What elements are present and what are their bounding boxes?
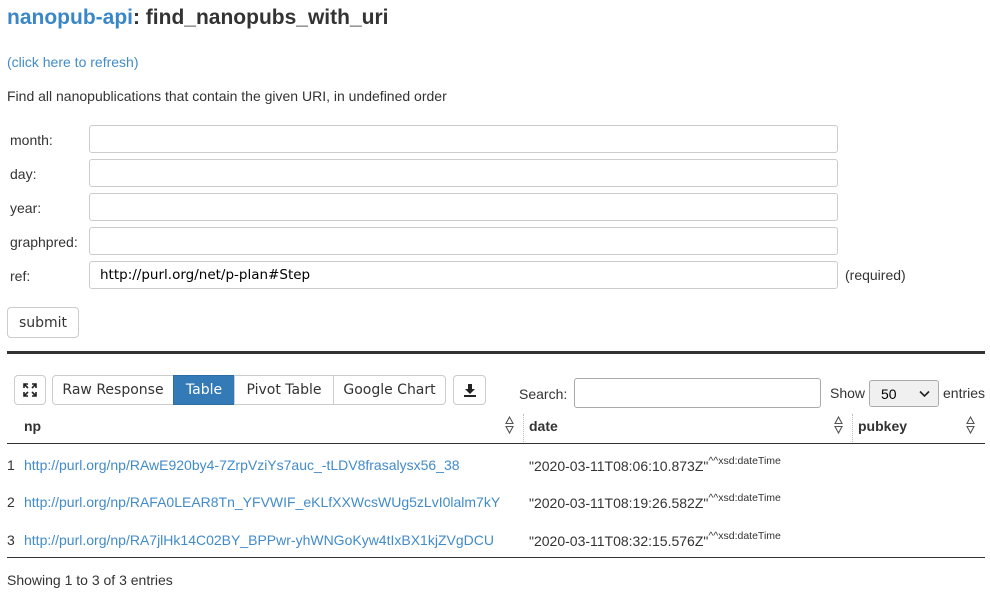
day-input[interactable] [89,159,838,187]
page-size-value: 50 [881,385,897,402]
row-index: 1 [7,457,15,473]
fullscreen-button[interactable] [14,375,46,405]
column-header-np[interactable]: np [24,418,41,434]
required-note: (required) [845,267,906,283]
day-label: day: [10,166,37,182]
brand-link[interactable]: nanopub-api [7,6,133,29]
table-header-border [7,443,985,444]
search-input[interactable] [574,378,821,408]
tab-pivot-table[interactable]: Pivot Table [234,375,334,405]
month-input[interactable] [89,125,838,153]
year-label: year: [10,200,42,216]
date-value: "2020-03-11T08:32:15.576Z"^^xsd:dateTime [529,530,781,549]
show-label: Show [830,385,866,401]
section-divider [7,351,985,354]
tab-google-chart[interactable]: Google Chart [333,375,446,405]
date-value: "2020-03-11T08:19:26.582Z"^^xsd:dateTime [529,492,781,511]
year-input[interactable] [89,193,838,221]
table-footer-border [7,557,985,558]
refresh-link[interactable]: (click here to refresh) [7,54,138,70]
sort-icon[interactable] [505,416,514,434]
sort-icon[interactable] [966,416,975,434]
column-header-date[interactable]: date [529,418,558,434]
month-label: month: [10,132,53,148]
graphpred-input[interactable] [89,227,838,255]
row-index: 2 [7,494,15,510]
tab-raw-response[interactable]: Raw Response [52,375,174,405]
submit-button[interactable]: submit [7,307,79,338]
page-title: nanopub-api: find_nanopubs_with_uri [7,6,388,30]
np-link[interactable]: http://purl.org/np/RAFA0LEAR8Tn_YFVWIF_e… [24,494,500,510]
column-separator [523,414,524,442]
ref-input[interactable] [89,261,838,289]
datatype-label: ^^xsd:dateTime [708,530,781,542]
sort-icon[interactable] [834,416,843,434]
column-separator [852,414,853,442]
download-button[interactable] [453,375,486,405]
np-link[interactable]: http://purl.org/np/RA7jlHk14C02BY_BPPwr-… [24,532,494,548]
entries-label: entries [943,385,986,401]
page-description: Find all nanopublications that contain t… [7,88,447,104]
tab-table[interactable]: Table [173,375,235,405]
ref-label: ref: [10,268,31,284]
page-size-select[interactable]: 50 [869,380,939,407]
table-info: Showing 1 to 3 of 3 entries [7,572,173,588]
graphpred-label: graphpred: [10,234,78,250]
search-label: Search: [519,386,568,402]
page-title-suffix: : find_nanopubs_with_uri [132,6,389,29]
row-index: 3 [7,532,15,548]
chevron-down-icon [919,390,930,398]
download-icon [463,383,476,397]
column-header-pubkey[interactable]: pubkey [858,418,907,434]
np-link[interactable]: http://purl.org/np/RAwE920by4-7ZrpVziYs7… [24,457,460,473]
datatype-label: ^^xsd:dateTime [708,492,781,504]
datatype-label: ^^xsd:dateTime [708,455,781,467]
expand-arrows-icon [23,383,37,397]
date-value: "2020-03-11T08:06:10.873Z"^^xsd:dateTime [529,455,781,474]
